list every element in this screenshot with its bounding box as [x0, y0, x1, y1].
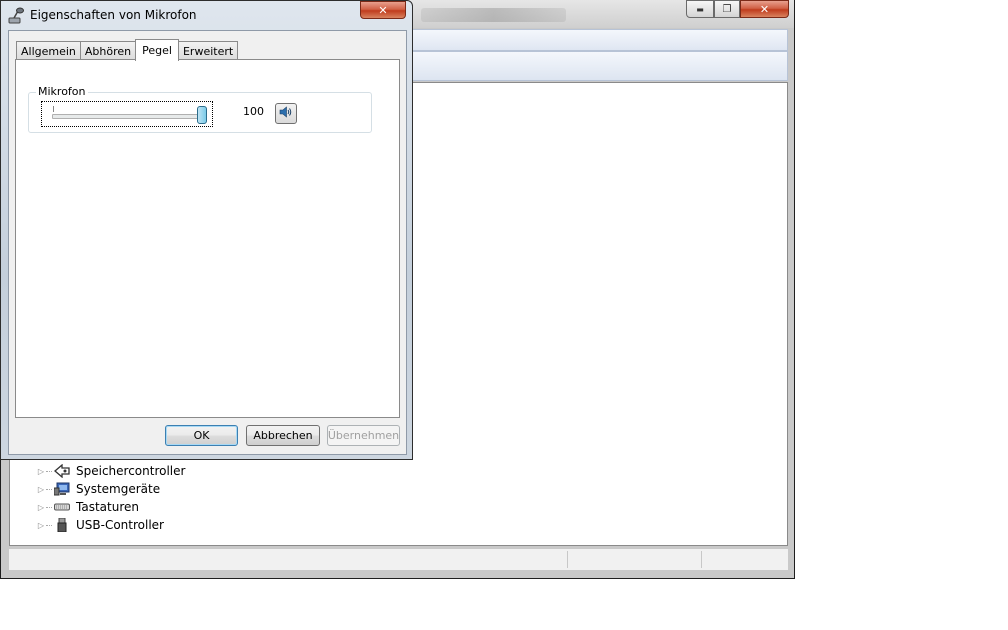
- cancel-button[interactable]: Abbrechen: [246, 425, 320, 446]
- pegel-tab-panel: Mikrofon 100: [15, 59, 400, 418]
- slider-thumb[interactable]: [197, 106, 207, 124]
- expand-arrow-icon[interactable]: ▷: [36, 521, 46, 530]
- tree-item-systemgeraete[interactable]: ▷ Systemgeräte: [36, 480, 185, 498]
- keyboard-icon: [54, 500, 70, 514]
- minimize-button[interactable]: ▬: [686, 0, 714, 18]
- tree-item-label: Speichercontroller: [76, 464, 186, 478]
- tree-item-label: USB-Controller: [76, 518, 164, 532]
- tree-item-speichercontroller[interactable]: ▷ Speichercontroller: [36, 462, 185, 480]
- microphone-level-group: Mikrofon 100: [28, 85, 372, 133]
- level-slider[interactable]: [41, 101, 213, 127]
- microphone-properties-dialog: Eigenschaften von Mikrofon ✕ Allgemein A…: [0, 0, 413, 460]
- expand-arrow-icon[interactable]: ▷: [36, 503, 46, 512]
- system-devices-icon: [53, 482, 70, 496]
- tab-erweitert[interactable]: Erweitert: [177, 41, 239, 60]
- tree-item-usb-controller[interactable]: ▷ USB-Controller: [36, 516, 185, 534]
- dialog-caption-buttons: ✕: [360, 1, 406, 19]
- tab-pegel[interactable]: Pegel: [135, 39, 179, 61]
- status-bar: [9, 548, 788, 570]
- apply-button[interactable]: Übernehmen: [327, 425, 400, 446]
- mute-button[interactable]: [275, 103, 297, 124]
- dialog-close-button[interactable]: ✕: [360, 1, 406, 19]
- tab-strip: Allgemein Abhören Pegel Erweitert: [16, 39, 239, 61]
- expand-arrow-icon[interactable]: ▷: [36, 485, 46, 494]
- tree-item-label: Tastaturen: [76, 500, 139, 514]
- tab-abhoeren[interactable]: Abhören: [79, 41, 137, 60]
- group-label: Mikrofon: [36, 85, 88, 98]
- tree-item-label: Systemgeräte: [76, 482, 161, 496]
- status-separator: [567, 551, 568, 568]
- slider-track: [52, 114, 202, 119]
- blurred-window-title: [421, 8, 566, 22]
- maximize-button[interactable]: ❐: [714, 0, 740, 18]
- dialog-title: Eigenschaften von Mikrofon: [30, 8, 197, 22]
- device-tree: ▷ Speichercontroller ▷ Systemgeräte ▷ Ta…: [36, 462, 185, 534]
- tab-allgemein[interactable]: Allgemein: [16, 41, 81, 60]
- tree-item-tastaturen[interactable]: ▷ Tastaturen: [36, 498, 185, 516]
- dialog-client-area: Allgemein Abhören Pegel Erweitert Mikrof…: [8, 30, 407, 455]
- background-caption-buttons: ▬ ❐ ✕: [686, 0, 789, 18]
- speaker-icon: [279, 105, 293, 122]
- expand-arrow-icon[interactable]: ▷: [36, 467, 46, 476]
- storage-controller-icon: [54, 463, 70, 479]
- ok-button[interactable]: OK: [165, 425, 238, 446]
- usb-icon: [54, 517, 70, 533]
- status-separator: [701, 551, 702, 568]
- dialog-title-bar[interactable]: Eigenschaften von Mikrofon: [1, 1, 412, 30]
- level-value: 100: [243, 105, 264, 118]
- background-close-button[interactable]: ✕: [740, 0, 789, 18]
- microphone-icon: [8, 7, 26, 25]
